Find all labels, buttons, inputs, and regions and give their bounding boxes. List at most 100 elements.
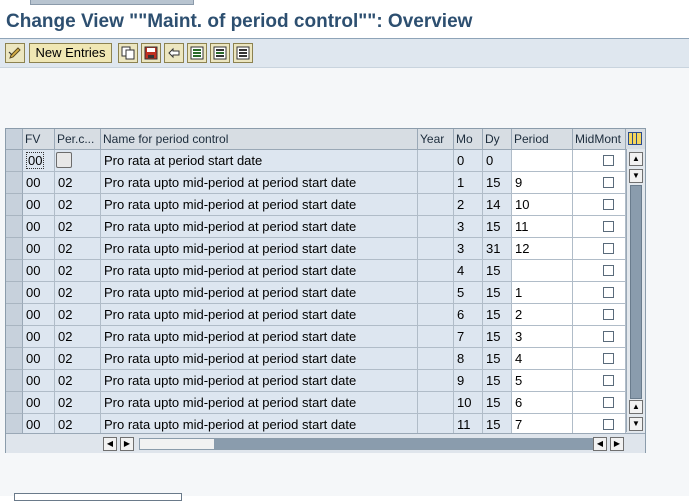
cell-period[interactable]: 5 (512, 370, 573, 392)
row-selector[interactable] (6, 216, 23, 238)
cell-period[interactable]: 1 (512, 282, 573, 304)
scroll-left-button[interactable]: ◀ (103, 437, 117, 451)
cell-fv-text: 00 (26, 395, 41, 410)
column-header-day[interactable]: Dy (483, 129, 512, 149)
cell-day: 0 (483, 150, 512, 172)
midmonth-checkbox[interactable] (603, 287, 614, 298)
cell-fv: 00 (23, 304, 55, 326)
column-header-period[interactable]: Period (512, 129, 573, 149)
value-help-icon[interactable] (56, 152, 72, 168)
row-selector[interactable] (6, 348, 23, 370)
cell-day-text: 14 (486, 197, 501, 212)
scroll-page-up-button[interactable]: ▲ (629, 400, 643, 414)
vertical-scroll-thumb[interactable] (630, 185, 642, 399)
cell-midmonth[interactable] (573, 216, 626, 238)
table-row: 00 02 Pro rata upto mid-period at period s… (6, 326, 626, 348)
cell-midmonth[interactable] (573, 304, 626, 326)
cell-midmonth[interactable] (573, 194, 626, 216)
midmonth-checkbox[interactable] (603, 155, 614, 166)
midmonth-checkbox[interactable] (603, 419, 614, 430)
cell-midmonth[interactable] (573, 238, 626, 260)
cell-midmonth[interactable] (573, 282, 626, 304)
cell-year (418, 282, 454, 304)
midmonth-checkbox[interactable] (603, 199, 614, 210)
row-selector[interactable] (6, 282, 23, 304)
cell-period[interactable]: 10 (512, 194, 573, 216)
new-entries-button[interactable]: New Entries (29, 43, 112, 63)
midmonth-checkbox[interactable] (603, 375, 614, 386)
cell-period[interactable] (512, 260, 573, 282)
cell-period[interactable]: 3 (512, 326, 573, 348)
scroll-far-right-button[interactable]: ▶ (610, 437, 624, 451)
row-selector[interactable] (6, 260, 23, 282)
column-header-midmonth[interactable]: MidMont (573, 129, 626, 149)
cell-day-text: 15 (486, 285, 501, 300)
copy-icon[interactable] (118, 43, 138, 63)
cell-midmonth[interactable] (573, 260, 626, 282)
row-selector[interactable] (6, 194, 23, 216)
select-all-rows-corner[interactable] (6, 129, 23, 149)
midmonth-checkbox[interactable] (603, 309, 614, 320)
cell-period[interactable] (512, 150, 573, 172)
row-selector[interactable] (6, 238, 23, 260)
midmonth-checkbox[interactable] (603, 331, 614, 342)
cell-period[interactable]: 11 (512, 216, 573, 238)
scroll-page-down-button[interactable]: ▼ (629, 169, 643, 183)
cell-midmonth[interactable] (573, 370, 626, 392)
save-variant-icon[interactable] (141, 43, 161, 63)
cell-period-control (55, 150, 101, 172)
row-selector[interactable] (6, 150, 23, 172)
cell-month-text: 11 (457, 417, 471, 432)
horizontal-scroll-thumb[interactable] (140, 439, 215, 449)
row-selector[interactable] (6, 172, 23, 194)
cell-midmonth[interactable] (573, 172, 626, 194)
vertical-scrollbar[interactable]: ▲ ▼ ▲ ▼ (626, 149, 645, 432)
midmonth-checkbox[interactable] (603, 397, 614, 408)
select-block-icon[interactable] (210, 43, 230, 63)
column-header-period-control[interactable]: Per.c... (55, 129, 101, 149)
row-selector[interactable] (6, 370, 23, 392)
cell-period[interactable]: 2 (512, 304, 573, 326)
midmonth-checkbox[interactable] (603, 243, 614, 254)
page-title: Change View ""Maint. of period control""… (6, 11, 473, 32)
cell-midmonth[interactable] (573, 348, 626, 370)
horizontal-scroll-track[interactable] (139, 438, 593, 450)
cell-period-control-text: 02 (58, 241, 73, 256)
cell-name: Pro rata at period start date (101, 150, 418, 172)
cell-month: 1 (454, 172, 483, 194)
cell-fv-text: 00 (26, 351, 41, 366)
cell-period-control-text: 02 (58, 219, 73, 234)
column-settings-button[interactable] (626, 129, 645, 150)
cell-period[interactable]: 12 (512, 238, 573, 260)
midmonth-checkbox[interactable] (603, 353, 614, 364)
row-selector[interactable] (6, 326, 23, 348)
deselect-all-icon[interactable] (233, 43, 253, 63)
midmonth-checkbox[interactable] (603, 177, 614, 188)
cell-period-control: 02 (55, 326, 101, 348)
cell-midmonth[interactable] (573, 150, 626, 172)
column-header-name[interactable]: Name for period control (101, 129, 418, 149)
cell-period[interactable]: 9 (512, 172, 573, 194)
cell-period[interactable]: 4 (512, 348, 573, 370)
scroll-up-button[interactable]: ▲ (629, 152, 643, 166)
cell-period[interactable]: 6 (512, 392, 573, 414)
cell-period-control-text: 02 (58, 197, 73, 212)
cell-period-control: 02 (55, 260, 101, 282)
row-selector[interactable] (6, 304, 23, 326)
scroll-right-button[interactable]: ▶ (120, 437, 134, 451)
scroll-far-left-button[interactable]: ◀ (593, 437, 607, 451)
cell-midmonth[interactable] (573, 326, 626, 348)
scroll-down-button[interactable]: ▼ (629, 417, 643, 431)
edit-toggle-icon[interactable] (5, 43, 25, 63)
column-header-year[interactable]: Year (418, 129, 454, 149)
horizontal-scrollbar[interactable]: ◀ ▶ ◀ ▶ (6, 433, 645, 453)
cell-fv: 00 (23, 326, 55, 348)
select-all-icon[interactable] (187, 43, 207, 63)
cell-midmonth[interactable] (573, 392, 626, 414)
midmonth-checkbox[interactable] (603, 265, 614, 276)
midmonth-checkbox[interactable] (603, 221, 614, 232)
row-selector[interactable] (6, 392, 23, 414)
undo-change-icon[interactable] (164, 43, 184, 63)
column-header-month[interactable]: Mo (454, 129, 483, 149)
column-header-fv[interactable]: FV (23, 129, 55, 149)
